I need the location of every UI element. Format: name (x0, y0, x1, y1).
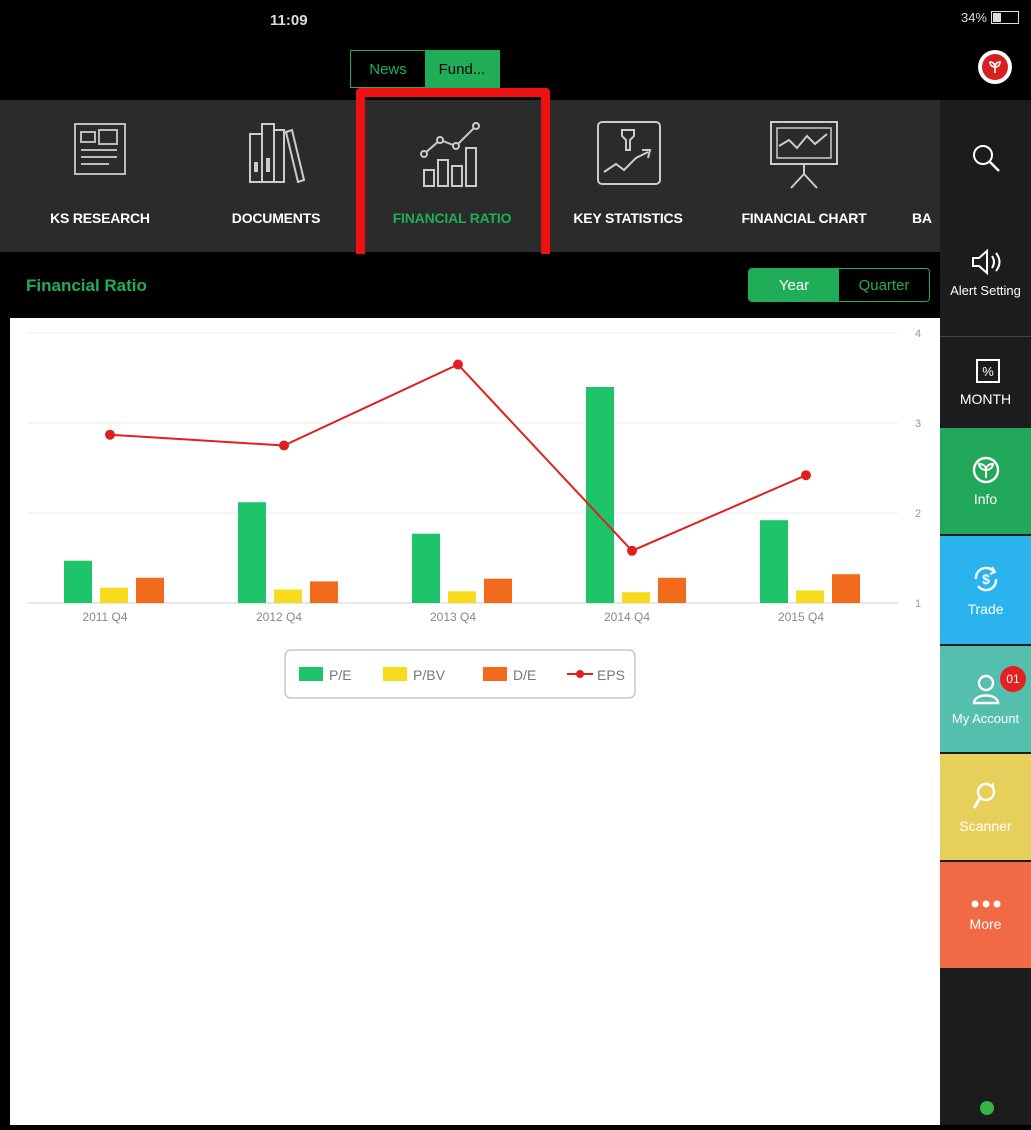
scanner-icon (972, 782, 995, 809)
month-button[interactable]: % MONTH (940, 336, 1031, 427)
bar-de (832, 574, 860, 603)
menu-label: DOCUMENTS (231, 210, 321, 226)
leaf-icon (982, 54, 1008, 80)
bar-de (136, 577, 164, 603)
battery-fill (993, 13, 1002, 22)
search-icon (972, 145, 1000, 172)
alert-setting-label: Alert Setting (950, 282, 1021, 298)
menu-financial-chart[interactable]: FINANCIAL CHART (716, 100, 892, 252)
percent-calendar-icon: % (975, 359, 1000, 383)
x-tick-label: 2012 Q4 (256, 610, 302, 624)
user-icon (972, 674, 999, 704)
bar-pbv (100, 587, 128, 603)
bar-pbv (274, 589, 302, 603)
menu-label: KEY STATISTICS (573, 210, 683, 226)
legend-label: D/E (513, 667, 536, 683)
status-time: 11:09 (270, 12, 308, 29)
info-label: Info (973, 491, 998, 507)
x-tick-label: 2011 Q4 (82, 610, 127, 624)
chart-panel: 1 2 3 4 2011 Q4 2012 Q4 2013 Q4 2014 Q4 2015 Q4 P… (10, 318, 940, 1125)
legend-label: P/BV (413, 667, 446, 683)
y-tick-label: 3 (915, 418, 921, 430)
research-icon (74, 123, 126, 175)
trade-button[interactable]: $ Trade (940, 536, 1031, 644)
more-dots-icon (971, 900, 1000, 908)
bar-pe (412, 533, 440, 603)
month-label: MONTH (959, 391, 1012, 407)
fund-tab[interactable]: Fund... (425, 51, 499, 87)
bar-de (310, 581, 338, 603)
legend-swatch-dot (576, 670, 584, 678)
bar-de (484, 578, 512, 603)
quarter-tab[interactable]: Quarter (839, 269, 929, 301)
selection-highlight (356, 88, 550, 266)
x-tick-label: 2013 Q4 (430, 610, 476, 624)
bar-pbv (796, 590, 824, 603)
battery-icon (991, 11, 1019, 24)
year-tab[interactable]: Year (749, 269, 839, 301)
key-statistics-icon (597, 121, 661, 185)
search-button[interactable] (940, 108, 1031, 208)
battery-indicator: 34% (961, 10, 1019, 25)
section-title: Financial Ratio (26, 276, 147, 295)
legend-swatch (299, 667, 323, 681)
legend-swatch (483, 667, 507, 681)
y-tick-label: 4 (915, 328, 921, 340)
bar-pbv (448, 591, 476, 603)
bar-pe (586, 387, 614, 603)
my-account-button[interactable]: My Account (940, 646, 1031, 752)
menu-documents[interactable]: DOCUMENTS (188, 100, 364, 252)
eps-point (105, 429, 115, 440)
scanner-label: Scanner (959, 818, 1012, 834)
bar-pbv (622, 592, 650, 603)
currency-exchange-icon: $ (974, 566, 997, 592)
eps-point (453, 359, 463, 370)
legend-label: P/E (329, 667, 352, 683)
menu-label: BA (912, 210, 932, 226)
x-tick-label: 2014 Q4 (604, 610, 650, 624)
more-button[interactable]: More (940, 862, 1031, 968)
y-tick-label: 1 (915, 598, 921, 610)
news-tab[interactable]: News (351, 51, 425, 87)
menu-balance[interactable]: BA (892, 100, 940, 252)
bar-de (658, 577, 686, 603)
notification-badge: 01 (1000, 666, 1026, 692)
bar-pe (238, 502, 266, 603)
eps-point (801, 470, 811, 481)
brand-logo[interactable] (978, 50, 1012, 84)
connection-status-dot (980, 1101, 994, 1115)
leaf-circle-icon (972, 456, 999, 484)
bar-pe (64, 560, 92, 603)
news-fund-switch: News Fund... (350, 50, 500, 88)
my-account-label: My Account (951, 710, 1020, 726)
eps-point (279, 440, 289, 451)
financial-chart-icon (770, 121, 838, 189)
bar-pe (760, 520, 788, 603)
menu-ks-research[interactable]: KS RESEARCH (12, 100, 188, 252)
scanner-button[interactable]: Scanner (940, 754, 1031, 860)
legend-label: EPS (597, 667, 625, 683)
financial-ratio-chart: 1 2 3 4 2011 Q4 2012 Q4 2013 Q4 2014 Q4 2015 Q4 P… (28, 328, 921, 699)
status-bar (0, 0, 1031, 46)
speaker-alert-icon (971, 248, 1000, 275)
info-button[interactable]: Info (940, 428, 1031, 534)
menu-label: KS RESEARCH (50, 210, 150, 226)
battery-percent: 34% (960, 10, 987, 25)
menu-label: FINANCIAL CHART (741, 210, 867, 226)
eps-line (109, 363, 807, 552)
svg-text:%: % (982, 364, 994, 379)
svg-text:$: $ (982, 571, 990, 587)
legend-swatch (383, 667, 407, 681)
period-switch: Year Quarter (748, 268, 930, 302)
more-label: More (969, 916, 1002, 932)
documents-icon (249, 123, 306, 184)
y-tick-label: 2 (915, 508, 921, 520)
eps-point (627, 545, 637, 556)
x-tick-label: 2015 Q4 (778, 610, 824, 624)
alert-setting-button[interactable]: Alert Setting (940, 222, 1031, 322)
menu-key-statistics[interactable]: KEY STATISTICS (540, 100, 716, 252)
trade-label: Trade (967, 601, 1004, 617)
